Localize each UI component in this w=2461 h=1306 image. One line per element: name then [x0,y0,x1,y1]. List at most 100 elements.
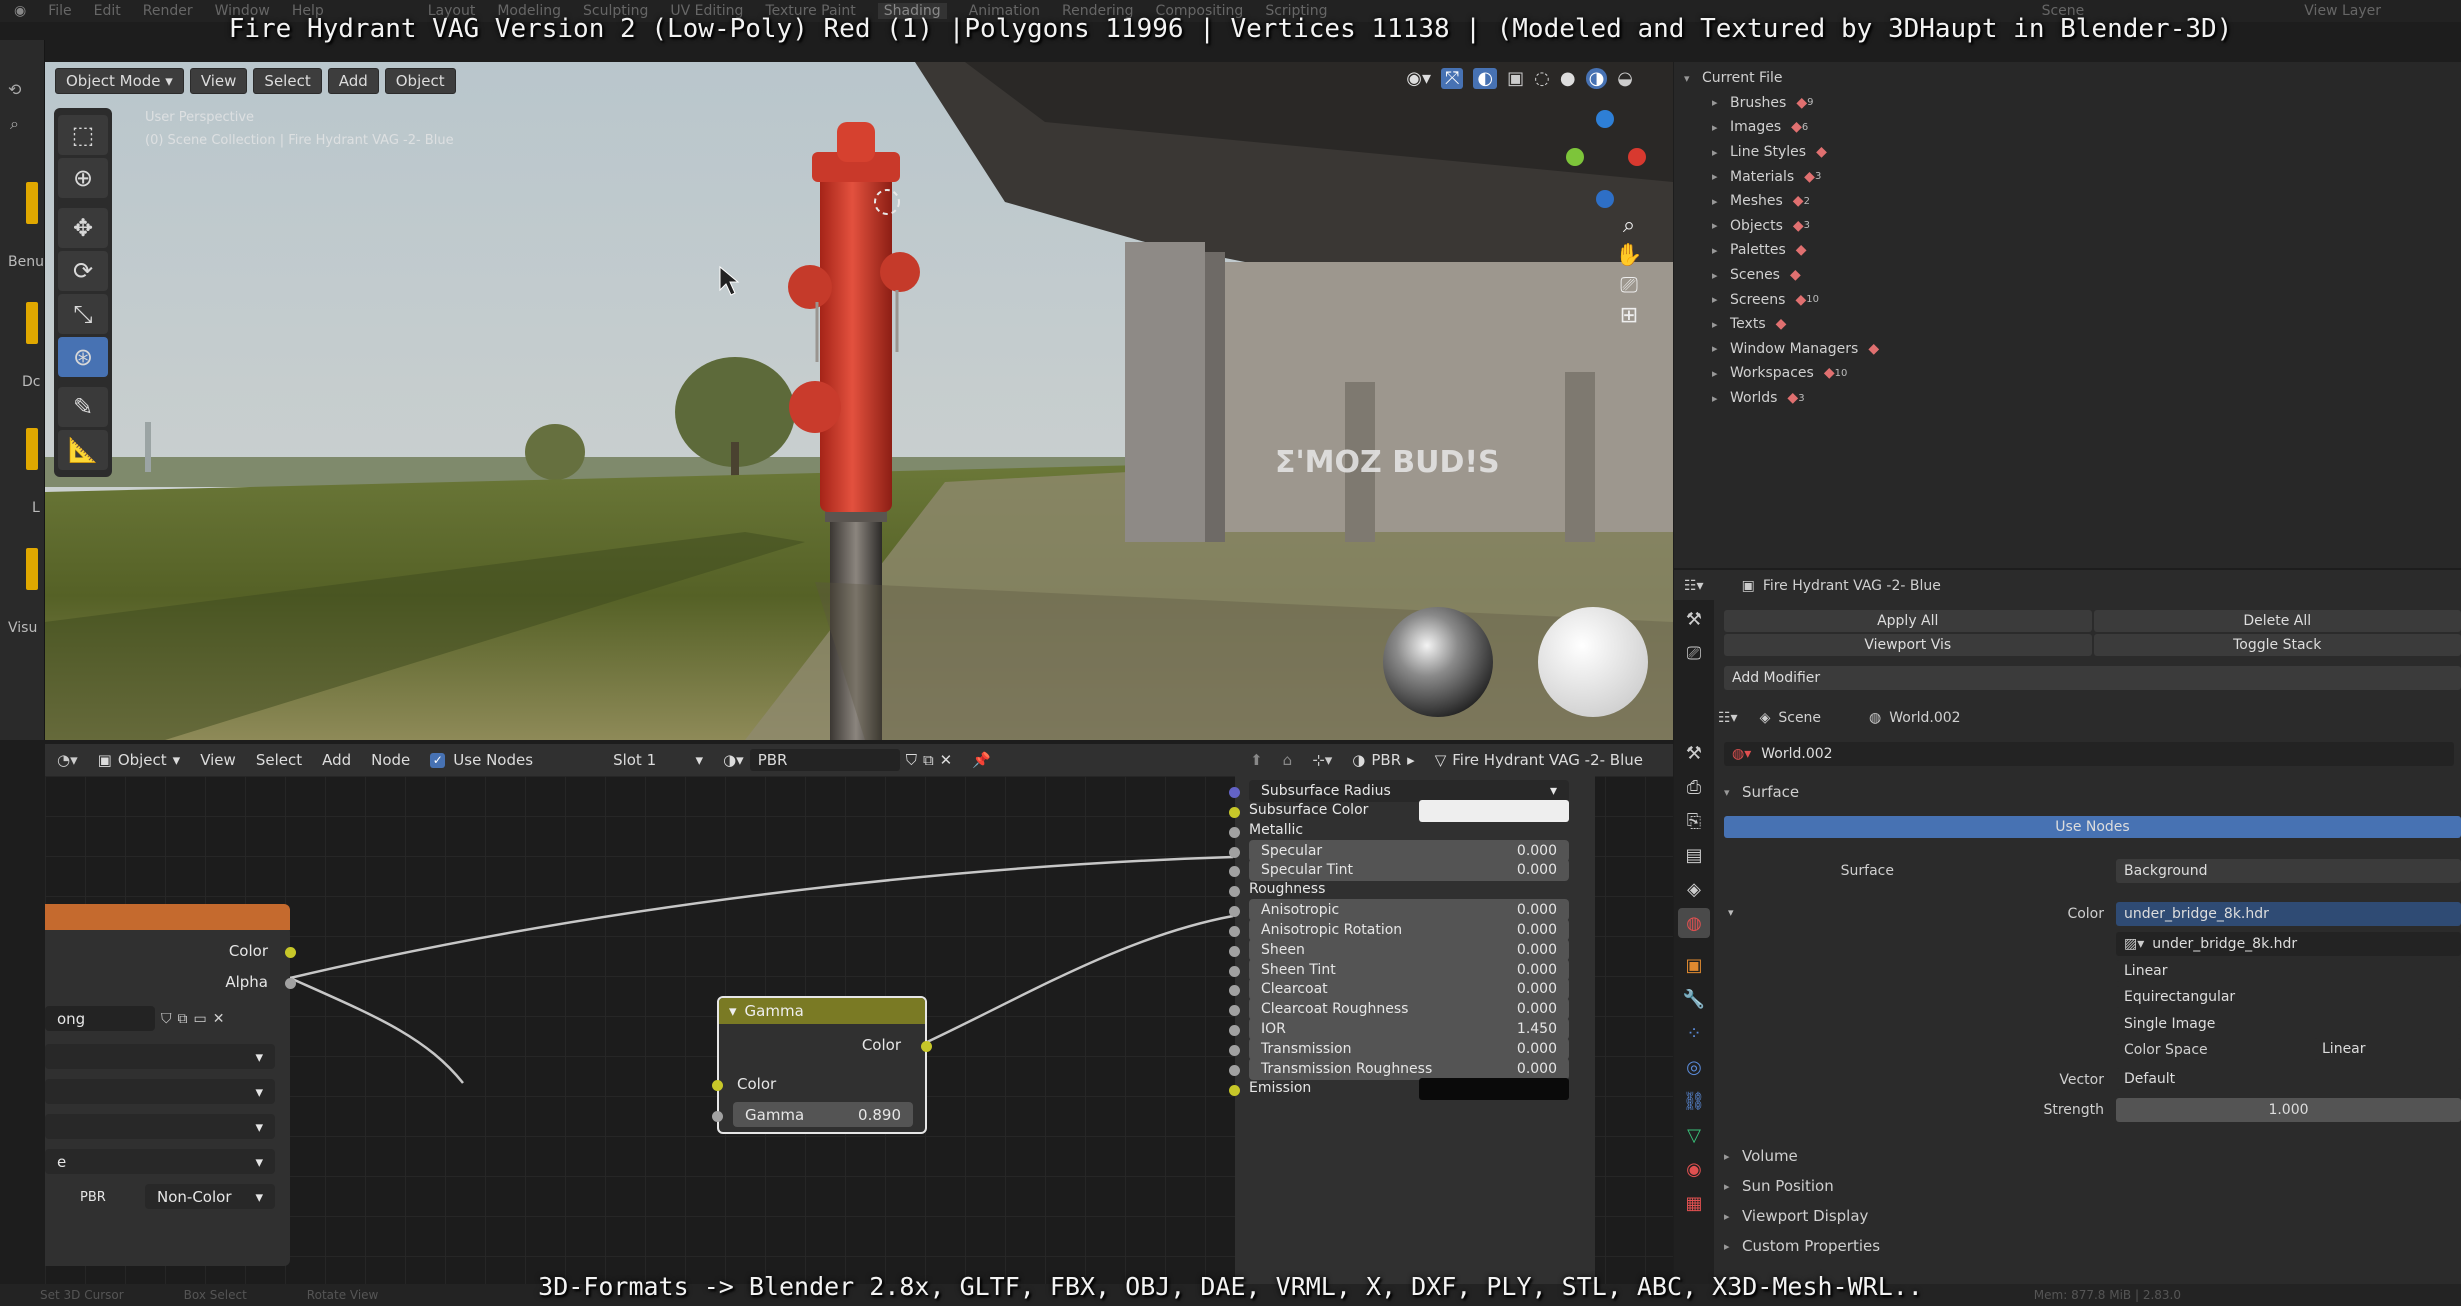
outliner-item[interactable]: ▸ Scenes ◆ [1674,263,2461,288]
outliner-item[interactable]: ▸ Workspaces ◆ 10 [1674,361,2461,386]
outliner-item[interactable]: ▸ Objects ◆ 3 [1674,214,2461,239]
expand-arrow-icon[interactable]: ▸ [1712,293,1730,306]
wireframe-shading-icon[interactable]: ◌ [1534,68,1550,89]
overlay-toggle-icon[interactable]: ◐ [1473,68,1498,89]
view-menu[interactable]: View [189,68,248,94]
rendered-shading-icon[interactable]: ◒ [1617,68,1633,89]
bsdf-input-socket[interactable] [1229,886,1240,898]
surface-section-header[interactable]: ▾ Surface [1724,778,1799,806]
expand-arrow-icon[interactable]: ▸ [1712,195,1730,208]
use-nodes-checkbox[interactable]: ✓ Use Nodes [430,751,533,769]
object-dropdown[interactable]: ▣ Object ▾ [98,751,181,769]
add-menu[interactable]: Add [327,68,379,94]
expand-arrow-icon[interactable]: ▸ [1712,269,1730,282]
expand-arrow-icon[interactable]: ▸ [1712,121,1730,134]
render-tab-icon-2[interactable]: ⎙ [1678,772,1710,802]
gizmo-toggle-icon[interactable]: ⤧ [1440,68,1464,89]
delete-all-button[interactable]: Delete All [2093,610,2461,632]
apply-all-button[interactable]: Apply All [1724,610,2092,632]
constraints-tab-icon[interactable]: ⛓ [1678,1086,1710,1116]
bsdf-field[interactable]: Clearcoat 0.000 [1249,978,1569,1001]
viewport-display-section-header[interactable]: ▸ Viewport Display [1724,1202,1868,1230]
expand-arrow-icon[interactable]: ▸ [1712,146,1730,159]
view-layer-tab-icon[interactable]: ▤ [1678,840,1710,870]
bsdf-field[interactable]: Sheen 0.000 [1249,938,1569,961]
tool-tab-icon-2[interactable]: ⚒ [1678,738,1710,768]
gamma-color-input-socket[interactable] [712,1080,723,1091]
measure-icon[interactable]: 📐 [58,430,108,470]
outliner-item[interactable]: ▸ Texts ◆ [1674,312,2461,337]
outliner-item[interactable]: ▸ Materials ◆ 3 [1674,164,2461,189]
material-selector[interactable]: ◑▾ PBR ⛉ ⧉ ✕ [723,749,952,771]
bsdf-input-socket[interactable] [1229,985,1240,997]
image-projection-dropdown[interactable]: ▾ [45,1079,275,1104]
navigation-gizmo[interactable] [1560,110,1650,210]
solid-shading-icon[interactable]: ● [1560,68,1576,89]
select-box-icon[interactable]: ⬚ [58,115,108,155]
image-source-dropdown[interactable]: e ▾ [45,1149,275,1174]
bsdf-input-socket[interactable] [1229,925,1240,937]
scene-tab-icon[interactable]: ◈ [1678,874,1710,904]
projection-dropdown[interactable]: Equirectangular [2116,986,2461,1008]
vector-dropdown[interactable]: Default [2116,1068,2461,1090]
custom-properties-section-header[interactable]: ▸ Custom Properties [1724,1232,1880,1260]
editor-type-icon-3[interactable]: ◔▾ [57,751,78,769]
object-tab-icon[interactable]: ▣ [1678,950,1710,980]
visibility-icon[interactable]: ◉▾ [1406,68,1431,89]
gizmo-x-axis[interactable] [1628,148,1646,166]
bsdf-field[interactable]: Clearcoat Roughness 0.000 [1249,998,1569,1021]
gamma-node[interactable]: ▾ Gamma Color Color Gamma 0.890 [712,996,932,1134]
fake-user-icon[interactable]: ⛉ [906,751,917,769]
render-tab-icon[interactable]: ⎚ [1678,638,1710,668]
bsdf-input-socket[interactable] [1229,866,1240,878]
expand-arrow-icon[interactable]: ▸ [1712,318,1730,331]
modifier-tab-icon[interactable]: 🔧 [1678,984,1710,1014]
gizmo-z-axis[interactable] [1596,110,1614,128]
collapse-icon[interactable]: ▾ [729,1002,737,1020]
expand-arrow-icon[interactable]: ▸ [1712,367,1730,380]
image-unlink-icon[interactable]: ✕ [213,1011,225,1027]
slot-dropdown[interactable]: Slot 1 ▾ [613,751,703,769]
surface-dropdown[interactable]: Background [2116,859,2461,883]
image-texture-node[interactable]: Color Alpha ong ⛉ ⧉ ▭ ✕ ▾ ▾ ▾ e ▾ PBR Non… [45,904,296,1266]
data-tab-icon[interactable]: ▽ [1678,1120,1710,1150]
image-colorspace-dropdown[interactable]: Non-Color ▾ [145,1184,275,1209]
bsdf-field[interactable]: Specular Tint 0.000 [1249,859,1569,882]
expand-arrow-icon[interactable]: ▸ [1712,244,1730,257]
toggle-stack-button[interactable]: Toggle Stack [2093,634,2461,656]
pan-hand-icon[interactable]: ✋ [1612,240,1646,270]
expand-arrow-icon[interactable]: ▸ [1712,392,1730,405]
particles-tab-icon[interactable]: ⁘ [1678,1018,1710,1048]
expand-arrow-icon[interactable]: ▸ [1712,219,1730,232]
editor-type-icon-2[interactable]: ☷▾ [1718,710,1738,726]
material-shading-icon[interactable]: ◑ [1585,68,1608,89]
move-icon[interactable]: ✥ [58,208,108,248]
mode-dropdown[interactable]: Object Mode ▾ [55,68,184,94]
add-modifier-dropdown[interactable]: Add Modifier [1724,666,2461,690]
node-select-menu[interactable]: Select [256,751,302,769]
bsdf-field[interactable]: IOR 1.450 [1249,1018,1569,1041]
bsdf-input-socket[interactable] [1229,1025,1240,1037]
use-nodes-button[interactable]: Use Nodes [1724,816,2461,838]
expand-arrow-icon[interactable]: ▸ [1712,170,1730,183]
node-editor-canvas[interactable]: Color Alpha ong ⛉ ⧉ ▭ ✕ ▾ ▾ ▾ e ▾ PBR Non… [45,776,1673,1286]
interpolation-dropdown[interactable]: Linear [2116,960,2461,982]
outliner-item[interactable]: ▸ Images ◆ 6 [1674,115,2461,140]
bsdf-input-socket[interactable] [1229,787,1240,798]
bsdf-input-socket[interactable] [1229,906,1240,918]
back-icon[interactable]: ⟲ [8,80,21,99]
image-datablock-field[interactable]: ▨▾ under_bridge_8k.hdr [2116,932,2461,956]
bsdf-input-socket[interactable] [1229,1005,1240,1017]
bsdf-input-socket[interactable] [1229,1084,1240,1096]
bsdf-field[interactable]: Anisotropic Rotation 0.000 [1249,918,1569,941]
outliner-item[interactable]: ▸ Window Managers ◆ [1674,337,2461,362]
outliner-root[interactable]: ▾ Current File [1674,66,2461,91]
duplicate-icon[interactable]: ⧉ [923,751,934,769]
parent-node-icon[interactable]: ⬆ [1250,751,1263,769]
image-open-folder-icon[interactable]: ▭ [194,1011,207,1027]
tool-tab-icon[interactable]: ⚒ [1678,604,1710,634]
image-color-output-socket[interactable] [285,947,296,958]
3d-viewport[interactable]: Σ'MOZ BUD!S [45,62,1673,740]
scale-icon[interactable]: ⤡ [58,294,108,334]
gamma-output-socket[interactable] [921,1041,932,1052]
